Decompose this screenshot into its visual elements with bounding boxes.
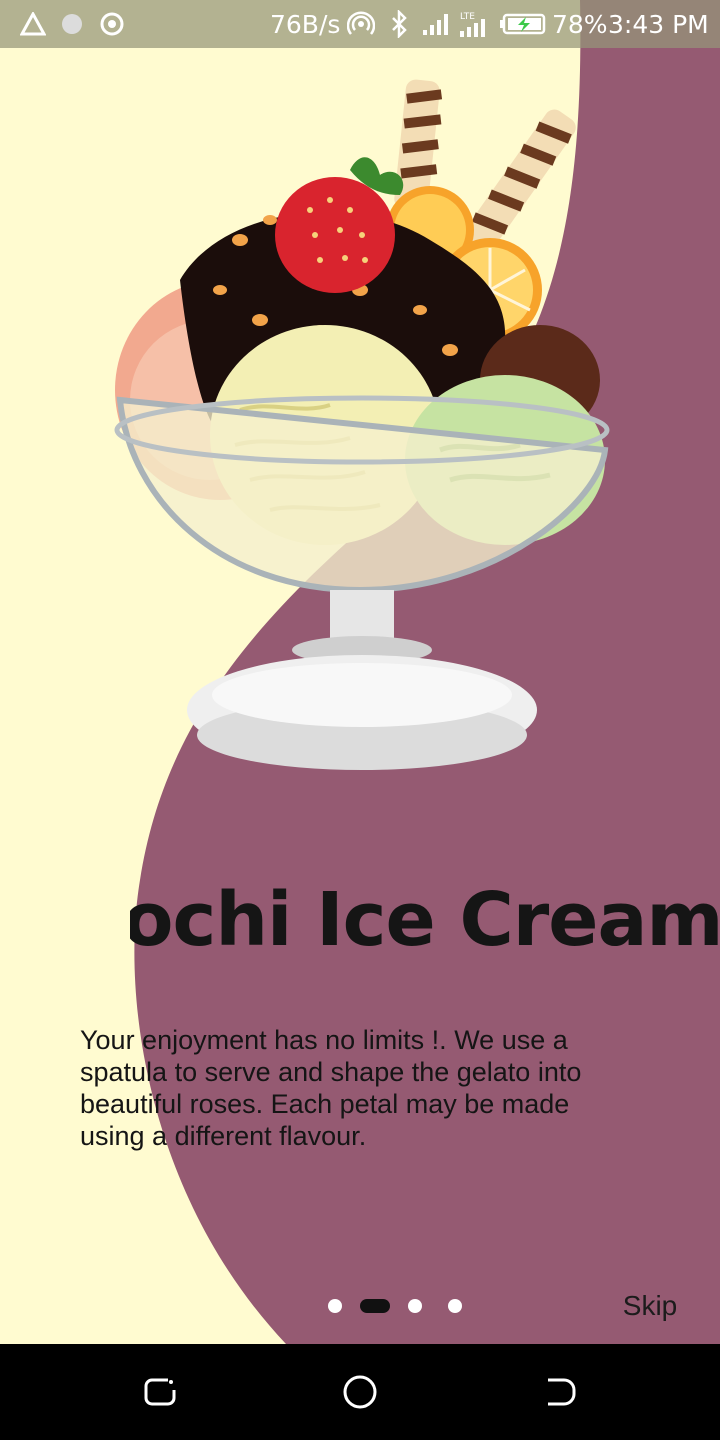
page-dot-1[interactable] [328, 1299, 342, 1313]
title-clip-mask [0, 872, 130, 968]
network-type: LTE [460, 12, 475, 22]
page-dot-4[interactable] [448, 1299, 462, 1313]
hotspot-icon [347, 0, 375, 48]
navigation-bar [0, 1344, 720, 1440]
onboarding-screen: Mochi Ice Cream Your enjoyment has no li… [0, 0, 720, 1440]
wafer-stick-right [458, 109, 576, 261]
page-dot-3[interactable] [408, 1299, 422, 1313]
warning-triangle-icon [20, 0, 46, 48]
net-speed: 76B/s [270, 9, 341, 39]
target-icon [100, 0, 124, 48]
signal-icon [422, 0, 452, 48]
status-bar: 76B/s LTE 78% 3:43 PM [0, 0, 720, 48]
battery-percent: 78% [552, 9, 608, 39]
recent-apps-icon[interactable] [140, 1372, 180, 1412]
page-indicator [326, 1296, 466, 1316]
bluetooth-icon [390, 0, 410, 48]
back-icon[interactable] [540, 1372, 580, 1412]
page-dot-2-active[interactable] [360, 1299, 390, 1313]
battery-charging-icon [500, 0, 548, 48]
ice-cream-sundae-illustration [114, 79, 610, 770]
onboarding-description: Your enjoyment has no limits !. We use a… [80, 1025, 582, 1151]
dot-icon [60, 0, 84, 48]
skip-button[interactable]: Skip [610, 1284, 690, 1328]
home-icon[interactable] [340, 1372, 380, 1412]
clock: 3:43 PM [608, 9, 709, 39]
lte-signal-icon: LTE [458, 0, 486, 48]
page-title-text: Mochi Ice Cream [50, 877, 720, 963]
